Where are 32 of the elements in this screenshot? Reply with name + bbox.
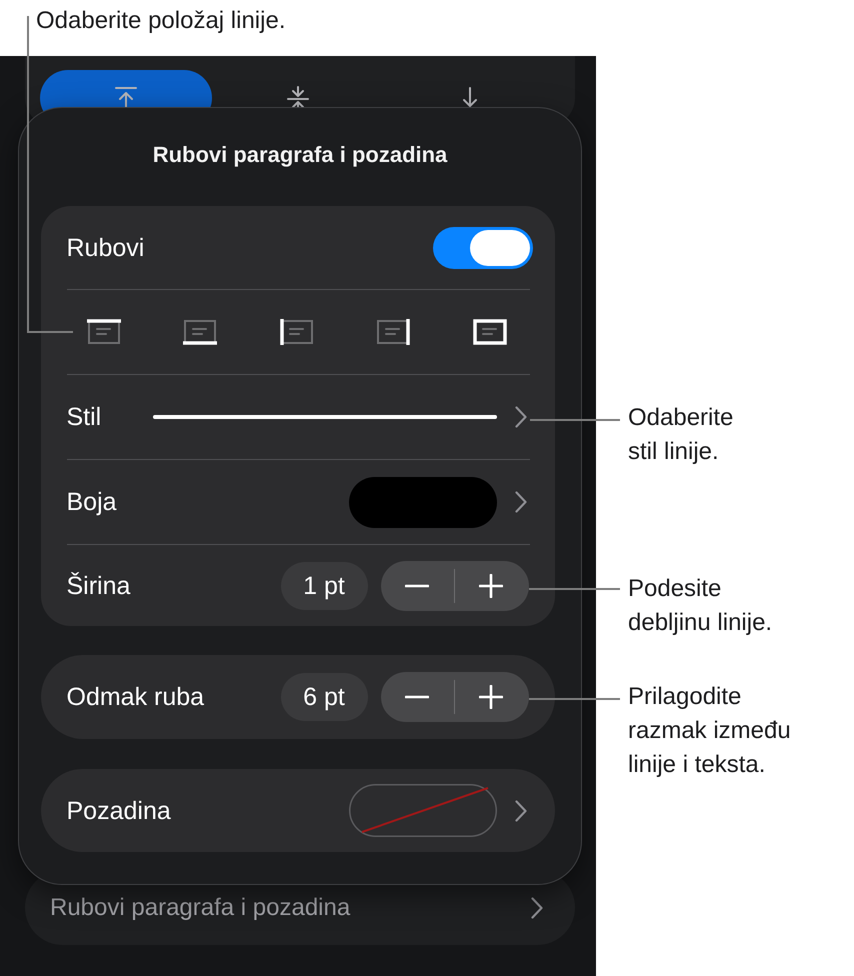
callout-text: Podesite debljinu linije.: [628, 574, 772, 638]
row-label: Pozadina: [66, 796, 171, 826]
callout-text: Odaberite stil linije.: [628, 403, 734, 467]
row-label: Boja: [66, 487, 117, 517]
value-display[interactable]: 6 pt: [280, 673, 368, 721]
plus-icon: [479, 685, 503, 709]
border-box-icon[interactable]: [472, 319, 506, 345]
plus-icon: [479, 574, 503, 598]
border-bottom-icon[interactable]: [183, 319, 217, 345]
border-top-icon[interactable]: [86, 319, 120, 345]
row-label: Odmak ruba: [66, 682, 204, 712]
stepper-control[interactable]: [380, 560, 528, 610]
chevron-right-icon: [514, 406, 526, 428]
chevron-right-icon: [514, 491, 526, 513]
row-label: Rubovi paragrafa i pozadina: [50, 892, 350, 922]
chevron-right-icon: [514, 800, 526, 822]
row-label: Rubovi: [66, 232, 144, 262]
minus-icon: [405, 584, 429, 588]
row-label: Širina: [66, 570, 130, 600]
border-left-icon[interactable]: [280, 319, 314, 345]
callout-text: Prilagodite razmak između linije i teksta.: [628, 682, 791, 780]
swatch-icon[interactable]: [348, 476, 496, 528]
popover-title: Rubovi paragrafa i pozadina: [152, 141, 448, 169]
callout-text: Odaberite položaj linije.: [36, 6, 286, 36]
minus-icon: [405, 695, 429, 699]
value-display[interactable]: 1 pt: [280, 562, 368, 610]
no-fill-swatch-icon[interactable]: [348, 784, 496, 837]
stepper-control[interactable]: [380, 672, 528, 722]
chevron-right-icon: [531, 896, 543, 918]
row-label: Stil: [66, 402, 102, 432]
border-right-icon[interactable]: [376, 319, 410, 345]
toggle-switch[interactable]: [432, 226, 532, 268]
